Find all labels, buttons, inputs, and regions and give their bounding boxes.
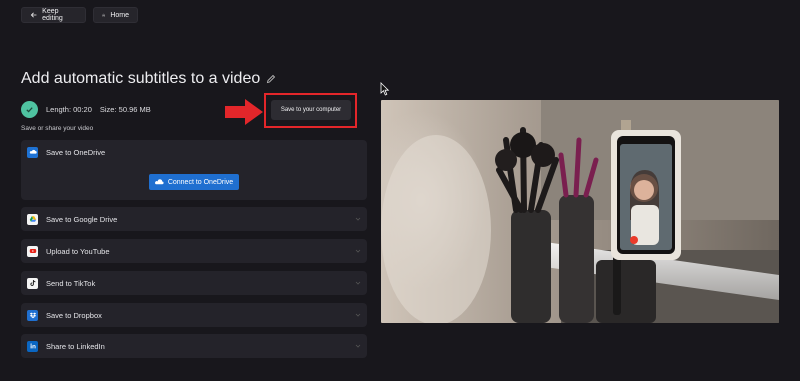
chevron-down-icon	[355, 344, 361, 348]
service-label: Save to Google Drive	[46, 214, 118, 224]
chevron-down-icon	[355, 313, 361, 317]
cloud-icon	[154, 179, 164, 185]
service-label: Send to TikTok	[46, 278, 96, 288]
connect-onedrive-button[interactable]: Connect to OneDrive	[149, 174, 239, 190]
connect-onedrive-label: Connect to OneDrive	[167, 178, 234, 186]
youtube-icon	[27, 245, 38, 257]
save-to-computer-button[interactable]: Save to your computer	[271, 100, 351, 120]
google-drive-icon	[27, 213, 38, 225]
mouse-cursor-icon	[380, 82, 390, 96]
chevron-down-icon	[355, 249, 361, 253]
service-row-dropbox[interactable]: Save to Dropbox	[21, 303, 367, 327]
save-share-heading: Save or share your video	[21, 125, 94, 132]
service-label: Save to Dropbox	[46, 310, 102, 320]
linkedin-icon	[27, 340, 38, 352]
home-label: Home	[110, 11, 129, 19]
video-frame-image	[381, 100, 779, 323]
onedrive-icon	[27, 146, 38, 158]
dropbox-icon	[27, 309, 38, 321]
onedrive-label: Save to OneDrive	[46, 147, 106, 157]
home-button[interactable]: Home	[93, 7, 138, 23]
pencil-icon[interactable]	[266, 74, 276, 84]
onedrive-panel: Save to OneDrive Connect to OneDrive	[21, 140, 367, 200]
video-size: Size: 50.96 MB	[99, 104, 151, 114]
export-meta-row: Length: 00:20 Size: 50.96 MB	[21, 100, 151, 118]
onedrive-row[interactable]: Save to OneDrive	[21, 140, 367, 164]
keep-editing-button[interactable]: Keep editing	[21, 7, 86, 23]
home-icon	[102, 13, 105, 17]
red-arrow-annotation	[225, 99, 263, 125]
tiktok-icon	[27, 277, 38, 289]
arrow-left-icon	[30, 12, 37, 18]
service-row-linkedin[interactable]: Share to LinkedIn	[21, 334, 367, 358]
video-length: Length: 00:20	[46, 104, 92, 114]
service-row-tiktok[interactable]: Send to TikTok	[21, 271, 367, 295]
service-label: Upload to YouTube	[46, 246, 110, 256]
chevron-down-icon	[355, 217, 361, 221]
service-row-youtube[interactable]: Upload to YouTube	[21, 239, 367, 263]
checkmark-icon	[21, 100, 38, 118]
video-preview[interactable]	[381, 100, 779, 323]
page-title-text: Add automatic subtitles to a video	[21, 70, 261, 87]
service-row-google-drive[interactable]: Save to Google Drive	[21, 207, 367, 231]
keep-editing-label: Keep editing	[42, 8, 63, 22]
page-title: Add automatic subtitles to a video	[21, 70, 276, 88]
chevron-down-icon	[355, 281, 361, 285]
service-label: Share to LinkedIn	[46, 341, 105, 351]
